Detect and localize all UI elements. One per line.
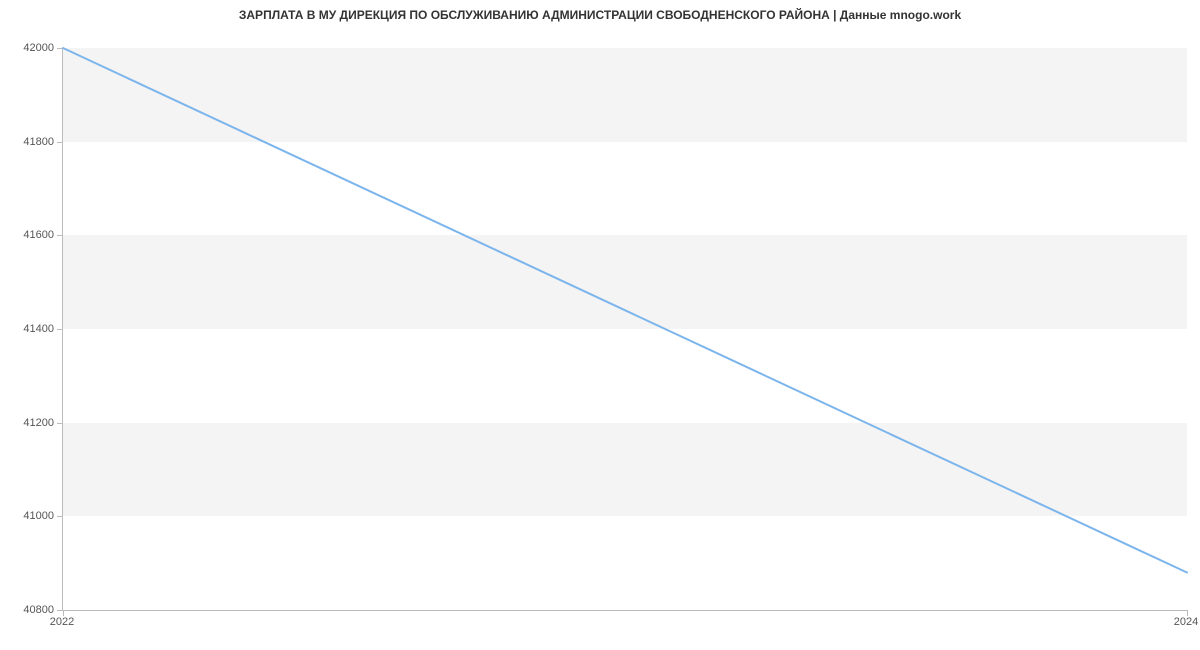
chart-title: ЗАРПЛАТА В МУ ДИРЕКЦИЯ ПО ОБСЛУЖИВАНИЮ А… [0,8,1200,22]
series-line [63,48,1187,573]
x-tick [1187,610,1188,616]
y-tick-label: 42000 [8,42,54,54]
chart-container: ЗАРПЛАТА В МУ ДИРЕКЦИЯ ПО ОБСЛУЖИВАНИЮ А… [0,0,1200,650]
y-tick-label: 41800 [8,136,54,148]
y-tick-label: 41000 [8,510,54,522]
x-tick-label: 2022 [50,616,74,628]
y-tick-label: 41400 [8,323,54,335]
plot-area [62,48,1187,611]
y-tick-label: 41600 [8,229,54,241]
line-layer [63,48,1187,610]
x-tick [63,610,64,616]
x-tick-label: 2024 [1174,616,1198,628]
y-tick-label: 40800 [8,604,54,616]
y-tick-label: 41200 [8,417,54,429]
